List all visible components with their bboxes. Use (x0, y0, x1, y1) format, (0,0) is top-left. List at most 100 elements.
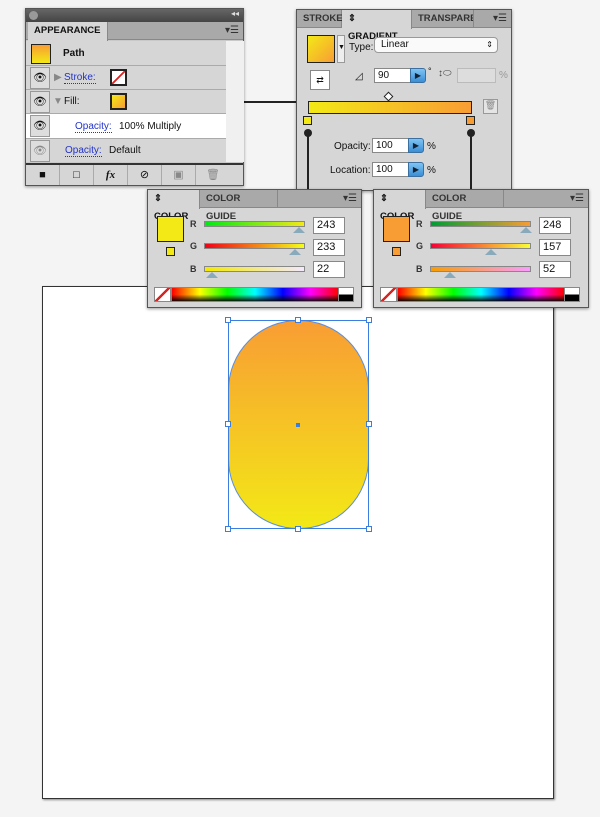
scrollbar[interactable] (226, 41, 244, 162)
g-slider-thumb[interactable] (485, 249, 497, 255)
g-input[interactable]: 157 (539, 239, 571, 256)
gradient-swatch[interactable] (307, 35, 335, 63)
location-input[interactable]: 100 (372, 162, 409, 177)
b-value: 52 (543, 263, 556, 275)
resize-handle[interactable] (295, 317, 301, 323)
g-slider-thumb[interactable] (289, 249, 301, 255)
midpoint-diamond[interactable] (383, 91, 394, 102)
percent-symbol: % (427, 165, 436, 176)
tab-color[interactable]: ⇕ COLOR (148, 190, 200, 222)
tab-color[interactable]: ⇕ COLOR (374, 190, 426, 222)
g-label: G (190, 241, 198, 251)
reverse-gradient-icon[interactable]: ⇄ (310, 70, 330, 90)
color-panel-left: ⇕ COLOR COLOR GUIDE ▾☰ R 243 G 233 B 22 (147, 189, 362, 308)
fill-color-swatch[interactable] (383, 216, 410, 242)
eye-icon[interactable]: 👁 (30, 115, 50, 137)
r-slider[interactable] (430, 221, 531, 227)
tab-color-guide[interactable]: COLOR GUIDE (426, 190, 504, 222)
r-value: 248 (543, 219, 562, 231)
gradient-panel: STROKE ⇕ GRADIENT TRANSPARE ▾☰ ▼ Type: L… (296, 9, 512, 193)
location-spin-button[interactable]: ▶ (408, 162, 424, 177)
g-slider[interactable] (430, 243, 531, 249)
r-slider-thumb[interactable] (293, 227, 305, 233)
r-value: 243 (317, 219, 336, 231)
row-path[interactable]: Path (26, 41, 226, 66)
out-of-gamut-icon[interactable] (166, 247, 175, 256)
aspect-ratio-input[interactable] (457, 68, 496, 83)
opacity-link[interactable]: Opacity: (65, 145, 102, 157)
r-input[interactable]: 248 (539, 217, 571, 234)
eye-icon[interactable]: 👁 (30, 67, 50, 89)
expand-arrow-icon[interactable]: ▶ (54, 72, 62, 83)
gradient-stop-start[interactable] (303, 116, 312, 125)
angle-spin-button[interactable]: ▶ (410, 68, 426, 83)
color-spectrum[interactable] (171, 287, 339, 302)
trash-icon[interactable]: 🗑 (196, 165, 230, 185)
white-black-swatch[interactable] (564, 287, 580, 302)
panel-menu-icon[interactable]: ▾☰ (343, 193, 357, 204)
b-input[interactable]: 22 (313, 261, 345, 278)
eye-icon[interactable]: 👁 (30, 91, 50, 113)
r-slider[interactable] (204, 221, 305, 227)
r-slider-thumb[interactable] (520, 227, 532, 233)
gradient-stop-end[interactable] (466, 116, 475, 125)
color-spectrum[interactable] (397, 287, 565, 302)
appearance-toolbar: ■ □ fx ⊘ ▣ 🗑 (26, 163, 243, 185)
fill-color-swatch[interactable] (157, 216, 184, 242)
collapse-icon[interactable]: ◂◂ (231, 9, 239, 18)
g-input[interactable]: 233 (313, 239, 345, 256)
b-label: B (190, 264, 197, 274)
resize-handle[interactable] (225, 317, 231, 323)
stroke-none-swatch[interactable] (110, 69, 127, 86)
fx-button[interactable]: fx (94, 165, 128, 185)
resize-handle[interactable] (366, 526, 372, 532)
b-slider-thumb[interactable] (206, 272, 218, 278)
none-color-button[interactable] (380, 287, 397, 302)
b-input[interactable]: 52 (539, 261, 571, 278)
white-black-swatch[interactable] (338, 287, 354, 302)
eye-icon[interactable]: 👁 (30, 140, 50, 162)
none-color-button[interactable] (154, 287, 171, 302)
tab-transparency[interactable]: TRANSPARE (412, 10, 474, 28)
b-slider[interactable] (204, 266, 305, 272)
fill-opacity-link[interactable]: Opacity: (75, 121, 112, 133)
tab-stroke[interactable]: STROKE (297, 10, 343, 28)
b-slider-thumb[interactable] (444, 272, 456, 278)
row-opacity[interactable]: 👁 Opacity: Default (26, 138, 226, 162)
panel-menu-icon[interactable]: ▾☰ (493, 13, 507, 24)
panel-menu-icon[interactable]: ▾☰ (570, 193, 584, 204)
clear-appearance-icon[interactable]: ⊘ (128, 165, 162, 185)
gradient-slider[interactable] (308, 101, 472, 114)
swatch-dropdown-icon[interactable]: ▼ (337, 35, 345, 63)
angle-input[interactable]: 90 (374, 68, 411, 83)
resize-handle[interactable] (366, 317, 372, 323)
r-label: R (416, 219, 423, 229)
row-fill-opacity[interactable]: 👁 Opacity: 100% Multiply (26, 114, 226, 138)
tab-color-guide[interactable]: COLOR GUIDE (200, 190, 278, 222)
fill-swatch[interactable] (110, 93, 127, 110)
resize-handle[interactable] (366, 421, 372, 427)
row-fill[interactable]: 👁 ▼ Fill: (26, 90, 226, 114)
panel-menu-icon[interactable]: ▾☰ (225, 25, 239, 36)
collapse-arrow-icon[interactable]: ▼ (53, 96, 63, 107)
out-of-gamut-icon[interactable] (392, 247, 401, 256)
tab-appearance[interactable]: APPEARANCE (28, 22, 108, 41)
duplicate-item-icon[interactable]: ▣ (162, 165, 196, 185)
add-stroke-button[interactable]: ■ (26, 165, 60, 185)
resize-handle[interactable] (295, 526, 301, 532)
close-icon[interactable] (29, 11, 38, 20)
opacity-spin-button[interactable]: ▶ (408, 138, 424, 153)
delete-stop-icon[interactable]: 🗑 (483, 99, 498, 114)
tab-gradient[interactable]: ⇕ GRADIENT (342, 10, 412, 42)
stroke-link[interactable]: Stroke: (64, 72, 96, 84)
fill-label: Fill: (64, 96, 80, 107)
panel-titlebar[interactable]: ◂◂ (26, 9, 243, 22)
type-select[interactable]: Linear ⇕ (374, 37, 498, 53)
row-stroke[interactable]: 👁 ▶ Stroke: (26, 66, 226, 90)
r-input[interactable]: 243 (313, 217, 345, 234)
resize-handle[interactable] (225, 421, 231, 427)
opacity-input[interactable]: 100 (372, 138, 409, 153)
angle-icon: ◿ (355, 71, 363, 82)
resize-handle[interactable] (225, 526, 231, 532)
add-fill-button[interactable]: □ (60, 165, 94, 185)
